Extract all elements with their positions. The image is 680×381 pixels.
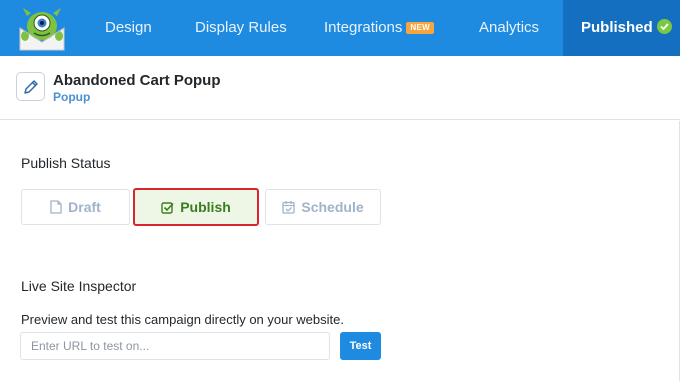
edit-campaign-button[interactable]: [16, 72, 45, 101]
top-nav-bar: Design Display Rules Integrations NEW Ana…: [0, 0, 680, 56]
new-badge: NEW: [406, 22, 434, 34]
pencil-icon: [24, 80, 38, 94]
draft-button[interactable]: Draft: [21, 189, 130, 225]
campaign-name: Abandoned Cart Popup: [53, 72, 221, 89]
nav-tab-display-rules[interactable]: Display Rules: [195, 0, 287, 56]
draft-label: Draft: [68, 199, 101, 215]
campaign-header: Abandoned Cart Popup Popup: [0, 56, 680, 120]
nav-tab-label: Design: [105, 19, 152, 36]
test-url-input[interactable]: [20, 332, 330, 360]
nav-tab-label: Integrations: [324, 19, 403, 36]
nav-tab-label: Analytics: [479, 19, 540, 36]
document-icon: [50, 200, 62, 214]
schedule-button[interactable]: Schedule: [265, 189, 381, 225]
nav-tab-published[interactable]: Published: [563, 0, 680, 56]
live-site-inspector-title: Live Site Inspector: [21, 278, 137, 294]
nav-tab-label: Published: [581, 19, 653, 36]
nav-tab-label: Display Rules: [195, 19, 287, 36]
publish-label: Publish: [180, 199, 231, 215]
nav-tab-integrations[interactable]: Integrations NEW: [324, 0, 434, 56]
nav-tab-design[interactable]: Design: [105, 0, 152, 56]
publish-button[interactable]: Publish: [133, 188, 259, 226]
campaign-type: Popup: [53, 90, 91, 104]
optinmonster-logo-icon[interactable]: [12, 2, 72, 54]
check-circle-icon: [656, 19, 672, 34]
checkbox-icon: [161, 201, 174, 214]
test-button[interactable]: Test: [340, 332, 381, 360]
live-site-inspector-description: Preview and test this campaign directly …: [21, 312, 344, 327]
publish-status-title: Publish Status: [21, 155, 111, 171]
calendar-check-icon: [282, 201, 296, 214]
nav-tab-analytics[interactable]: Analytics: [479, 0, 539, 56]
schedule-label: Schedule: [301, 199, 364, 215]
